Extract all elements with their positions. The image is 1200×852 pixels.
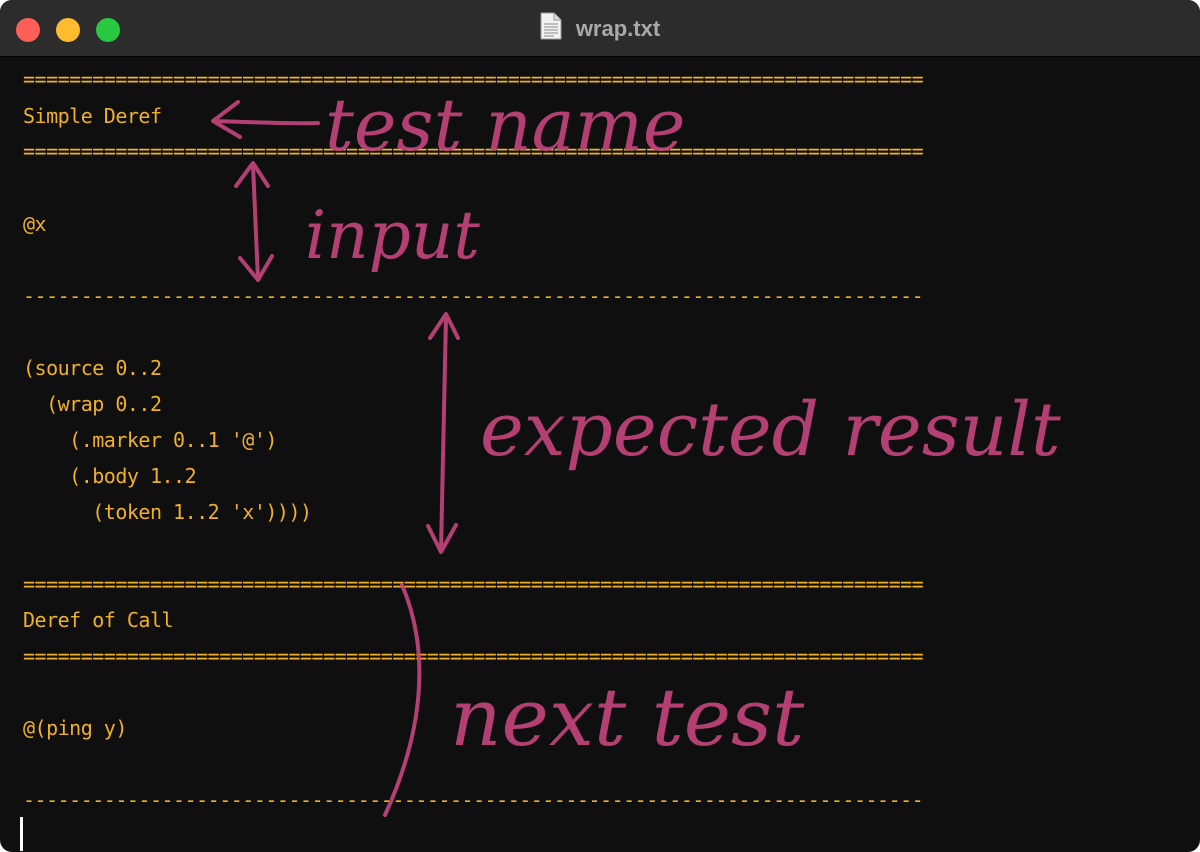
header-separator: ========================================… — [23, 139, 924, 163]
dash-separator: ----------------------------------------… — [23, 788, 924, 812]
header-separator: ========================================… — [23, 572, 924, 596]
expected-line: (token 1..2 'x')))) — [23, 500, 312, 524]
expected-line: (source 0..2 — [23, 356, 162, 380]
text-editor-area[interactable]: ========================================… — [0, 57, 1200, 852]
header-separator: ========================================… — [23, 67, 924, 91]
expected-line: (wrap 0..2 — [23, 392, 162, 416]
expected-line: (.marker 0..1 '@') — [23, 428, 277, 452]
editor-window: wrap.txt ===============================… — [0, 0, 1200, 852]
text-cursor — [20, 817, 23, 851]
input-line: @x — [23, 212, 47, 236]
expected-line: (.body 1..2 — [23, 464, 197, 488]
window-title: wrap.txt — [575, 15, 661, 41]
header-separator: ========================================… — [23, 644, 924, 668]
test-name-line: Deref of Call — [23, 608, 174, 632]
title-bar: wrap.txt — [0, 0, 1200, 57]
test-name-line: Simple Deref — [23, 104, 162, 128]
text-document-icon — [540, 12, 562, 45]
dash-separator: ----------------------------------------… — [23, 284, 924, 308]
input-line: @(ping y) — [23, 716, 127, 740]
